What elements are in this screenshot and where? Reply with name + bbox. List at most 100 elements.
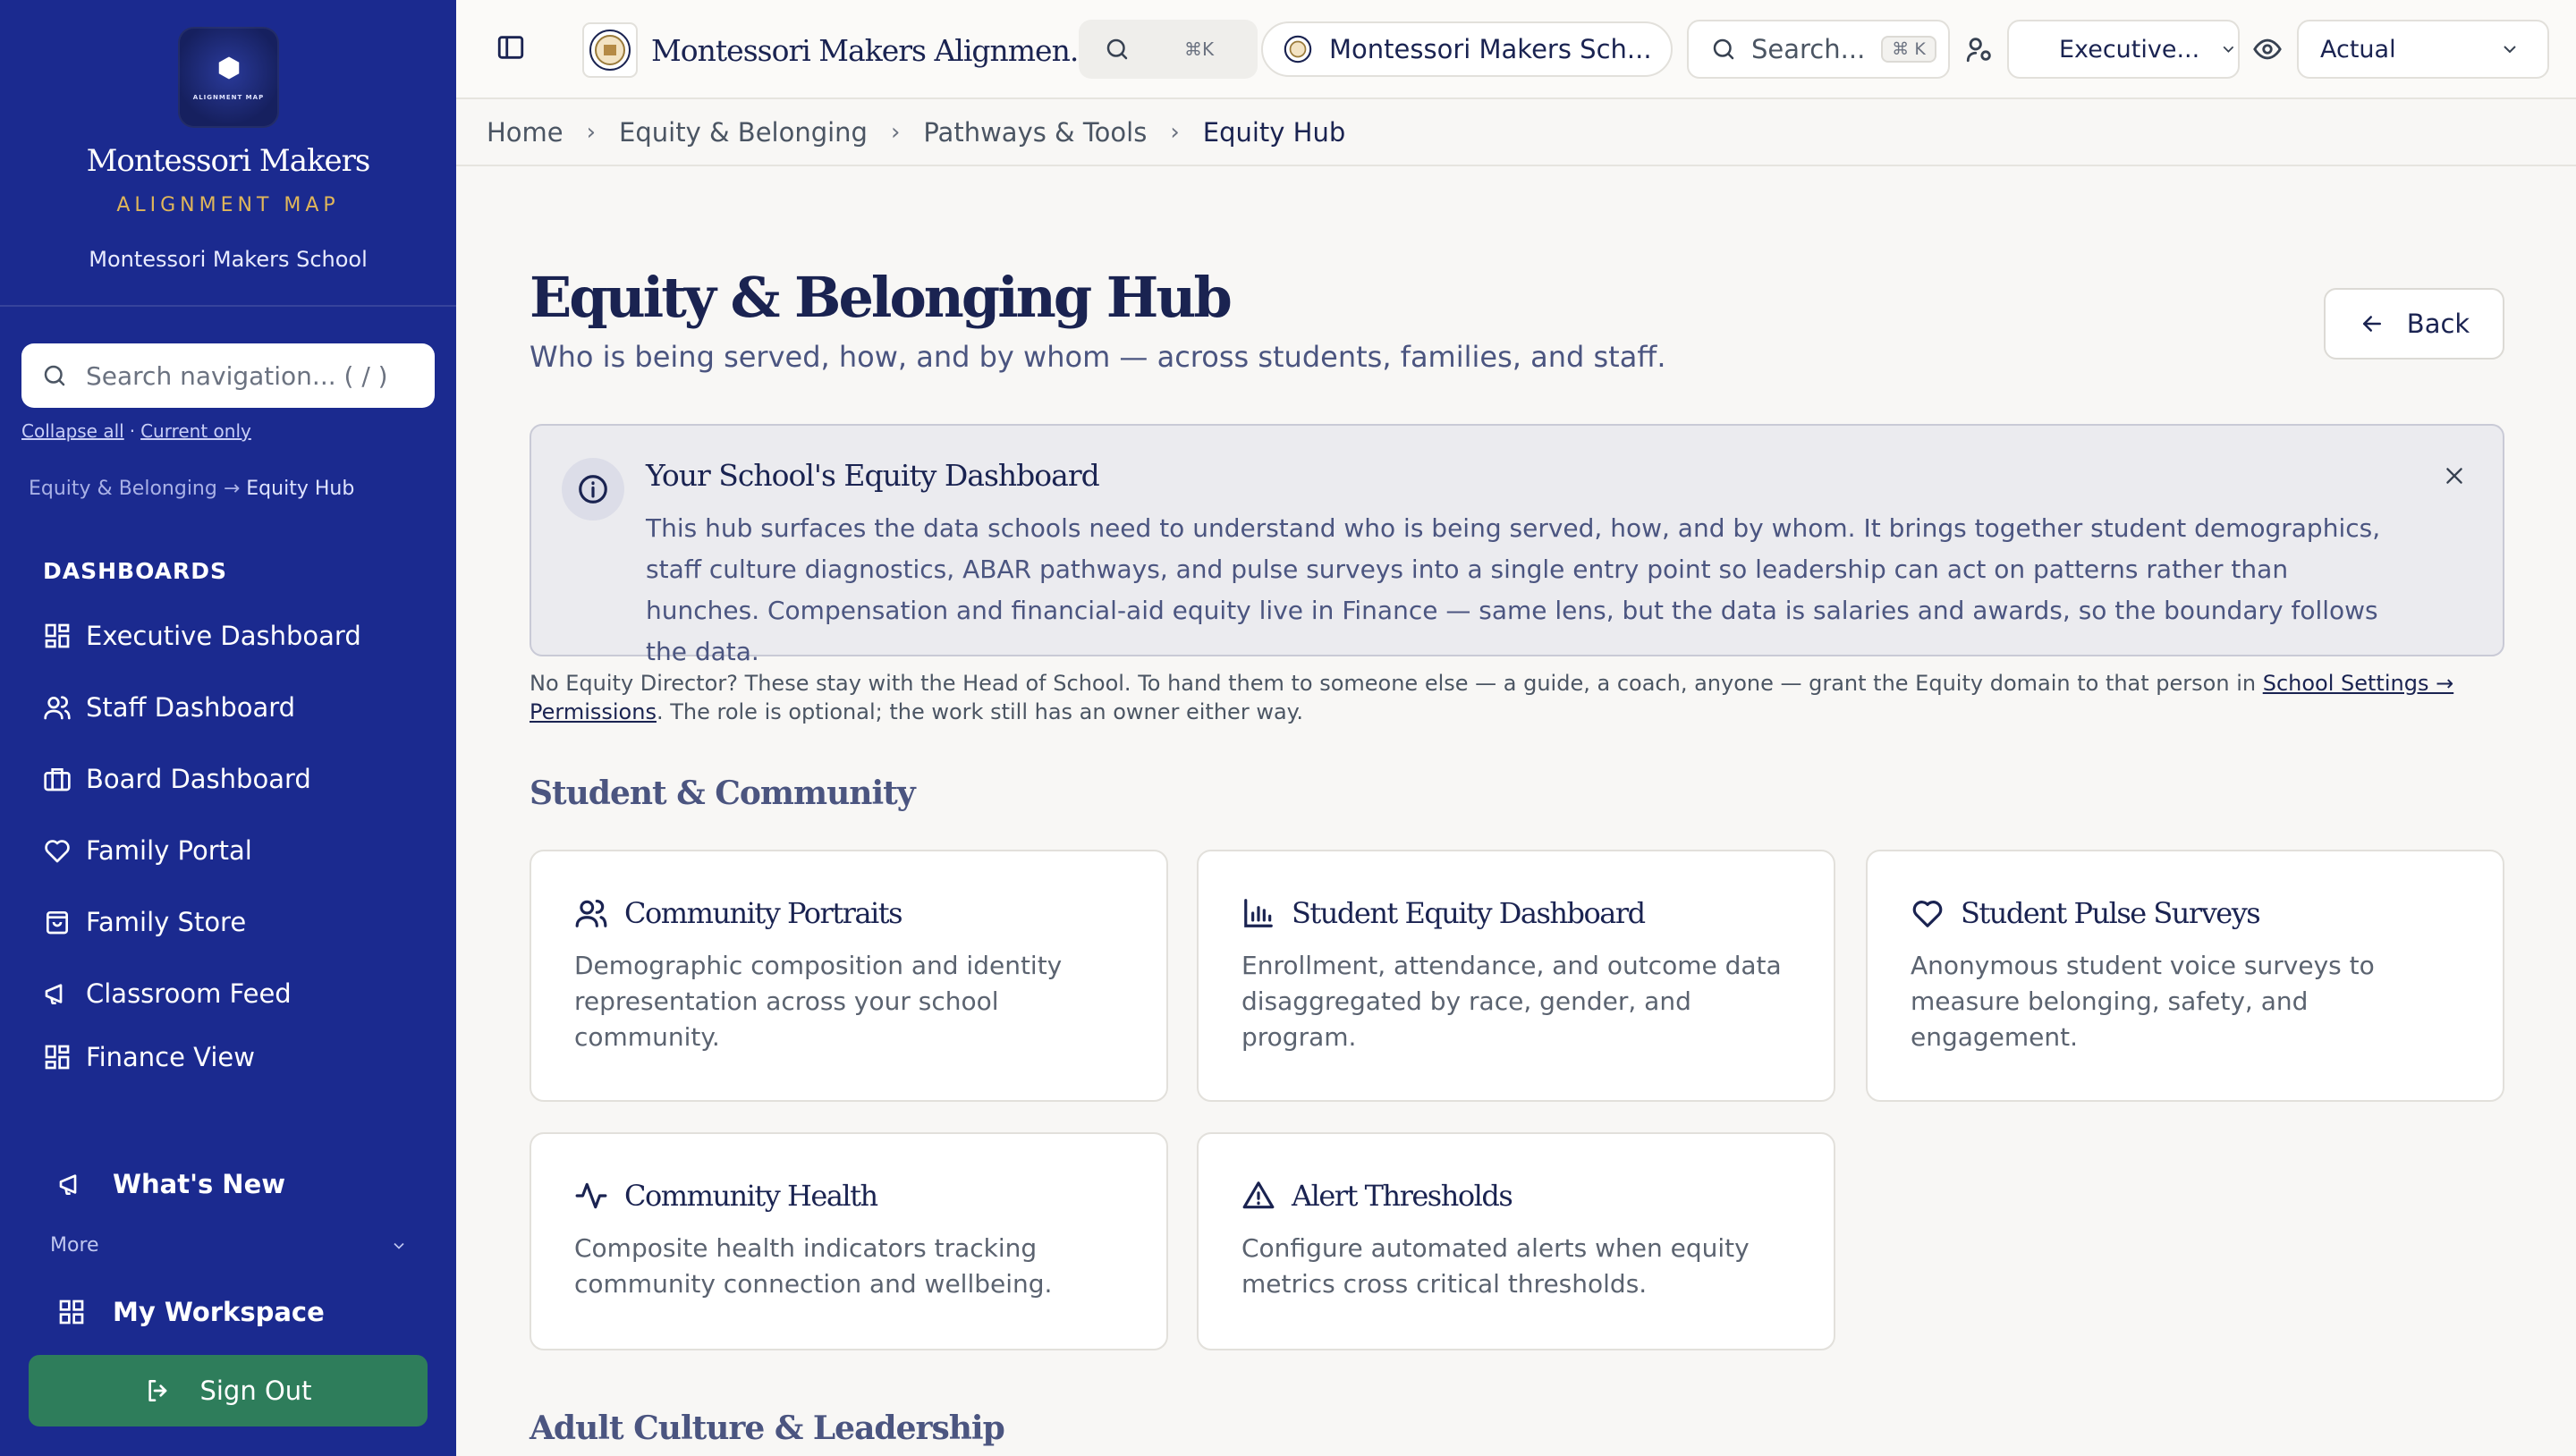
sidebar-item-classroom-feed[interactable]: Classroom Feed [43, 971, 292, 1016]
activity-icon [575, 1182, 607, 1209]
sidebar-item-label: Family Store [86, 907, 247, 937]
card-description: Composite health indicators tracking com… [574, 1233, 1053, 1299]
sign-out-label: Sign Out [199, 1376, 312, 1406]
sidebar-item-label: Family Portal [86, 835, 252, 866]
whats-new-label: What's New [113, 1169, 286, 1199]
search-icon [1713, 38, 1734, 60]
card-description: Enrollment, attendance, and outcome data… [1241, 951, 1782, 1052]
sidebar-crumb-arrow: → [223, 478, 241, 500]
section-student-community: Student & Community [530, 775, 916, 812]
sidebar-crumb-current: Equity Hub [246, 478, 355, 500]
sidebar-crumb-parent[interactable]: Equity & Belonging [29, 478, 217, 500]
brand-subtitle: ALIGNMENT MAP [116, 194, 340, 216]
close-banner-button[interactable] [2436, 458, 2472, 494]
chevron-right-icon: › [586, 119, 597, 146]
top-bar: Montessori Makers Alignmen... ⌘K Montess… [456, 0, 2576, 99]
brand-name: Montessori Makers [86, 143, 371, 179]
section-adult-culture: Adult Culture & Leadership [530, 1409, 1005, 1447]
school-selector-label: Montessori Makers Sch... [1329, 34, 1652, 64]
card-header: Alert Thresholds [1241, 1179, 1513, 1213]
heart-icon [1912, 901, 1943, 927]
user-switch-icon [1966, 38, 1991, 63]
view-select[interactable]: Actual [2297, 20, 2549, 79]
whats-new-link[interactable]: What's New [57, 1162, 285, 1206]
sidebar-item-family-portal[interactable]: Family Portal [43, 828, 252, 873]
chevron-right-icon: › [1170, 119, 1180, 146]
sidebar-item-finance-view[interactable]: Finance View [43, 1035, 255, 1079]
card-title: Community Health [624, 1179, 878, 1213]
alert-triangle-icon [1242, 1181, 1275, 1209]
grid-icon [59, 1299, 84, 1325]
global-search-input[interactable]: Search... ⌘ K [1687, 20, 1950, 79]
card-description: Demographic composition and identity rep… [574, 951, 1063, 1052]
card-student-pulse-surveys[interactable]: Student Pulse Surveys Anonymous student … [1866, 850, 2504, 1102]
breadcrumb-home[interactable]: Home [487, 117, 564, 148]
my-workspace-link[interactable]: My Workspace [57, 1290, 325, 1334]
sidebar-item-executive-dashboard[interactable]: Executive Dashboard [43, 614, 361, 658]
role-select[interactable]: Executive... [2007, 20, 2240, 79]
chevron-down-icon [2504, 46, 2516, 54]
role-select-value: Executive... [2059, 35, 2200, 63]
sidebar-item-board-dashboard[interactable]: Board Dashboard [43, 757, 311, 801]
breadcrumb-equity-belonging[interactable]: Equity & Belonging [619, 117, 868, 148]
sidebar-item-label: Board Dashboard [86, 764, 311, 794]
school-selector[interactable]: Montessori Makers Sch... [1261, 21, 1673, 77]
card-alert-thresholds[interactable]: Alert Thresholds Configure automated ale… [1197, 1132, 1835, 1350]
sidebar-item-label: Staff Dashboard [86, 692, 296, 723]
sidebar-breadcrumb: Equity & Belonging → Equity Hub [29, 478, 354, 500]
switch-user-button[interactable] [1964, 34, 1995, 64]
school-seal-icon [1284, 35, 1312, 63]
users-icon [575, 899, 607, 927]
page-subtitle: Who is being served, how, and by whom — … [530, 340, 1666, 374]
quick-search-button[interactable]: ⌘K [1079, 20, 1258, 79]
back-button-label: Back [2406, 309, 2470, 339]
more-label: More [50, 1234, 99, 1257]
navigation-search-input[interactable]: Search navigation... ( / ) [21, 343, 435, 408]
briefcase-icon [44, 768, 71, 791]
chevron-right-icon: › [890, 119, 901, 146]
sign-out-button[interactable]: Sign Out [29, 1355, 428, 1426]
card-title: Alert Thresholds [1292, 1179, 1513, 1213]
sidebar-item-label: Executive Dashboard [86, 621, 361, 651]
collapse-all-link[interactable]: Collapse all [21, 420, 124, 442]
log-out-icon [148, 1380, 167, 1401]
heart-icon [45, 840, 70, 863]
breadcrumb-current: Equity Hub [1202, 117, 1346, 148]
card-title: Student Pulse Surveys [1961, 896, 2261, 930]
megaphone-icon [45, 984, 63, 1004]
chevron-down-icon [2223, 46, 2234, 53]
app-title-area[interactable]: Montessori Makers Alignmen... [581, 21, 1096, 79]
card-student-equity-dashboard[interactable]: Student Equity Dashboard Enrollment, att… [1197, 850, 1835, 1102]
grid-icon [45, 623, 70, 648]
sidebar-item-family-store[interactable]: Family Store [43, 900, 246, 944]
hexagon-logo-icon [218, 56, 239, 79]
eye-icon [2253, 38, 2282, 60]
card-title: Community Portraits [624, 896, 903, 930]
bar-chart-icon [1244, 899, 1273, 927]
nav-collapse-links: Collapse all · Current only [21, 420, 251, 442]
card-community-portraits[interactable]: Community Portraits Demographic composit… [530, 850, 1168, 1102]
info-banner-title: Your School's Equity Dashboard [646, 458, 1100, 493]
sidebar-toggle-button[interactable] [496, 32, 526, 63]
back-button[interactable]: Back [2324, 288, 2504, 360]
breadcrumb: Home › Equity & Belonging › Pathways & T… [487, 114, 1345, 150]
app-logo[interactable]: ALIGNMENT MAP [178, 27, 279, 128]
navigation-search-placeholder: Search navigation... ( / ) [86, 360, 388, 391]
global-search-placeholder: Search... [1751, 34, 1866, 64]
card-header: Community Portraits [574, 896, 903, 930]
current-only-link[interactable]: Current only [140, 420, 251, 442]
school-seal-icon [582, 22, 638, 78]
note-text: No Equity Director? These stay with the … [530, 671, 2263, 696]
more-section-toggle[interactable]: More [50, 1234, 408, 1257]
breadcrumb-pathways-tools[interactable]: Pathways & Tools [923, 117, 1147, 148]
card-community-health[interactable]: Community Health Composite health indica… [530, 1132, 1168, 1350]
my-workspace-label: My Workspace [113, 1297, 325, 1327]
sidebar-item-label: Finance View [86, 1042, 255, 1072]
breadcrumb-divider [456, 165, 2576, 166]
megaphone-icon [59, 1174, 77, 1195]
view-mode-button[interactable] [2252, 34, 2283, 64]
sidebar-item-staff-dashboard[interactable]: Staff Dashboard [43, 685, 295, 730]
card-header: Community Health [574, 1179, 878, 1213]
app-title: Montessori Makers Alignmen... [651, 32, 1096, 68]
close-icon [2446, 468, 2462, 484]
